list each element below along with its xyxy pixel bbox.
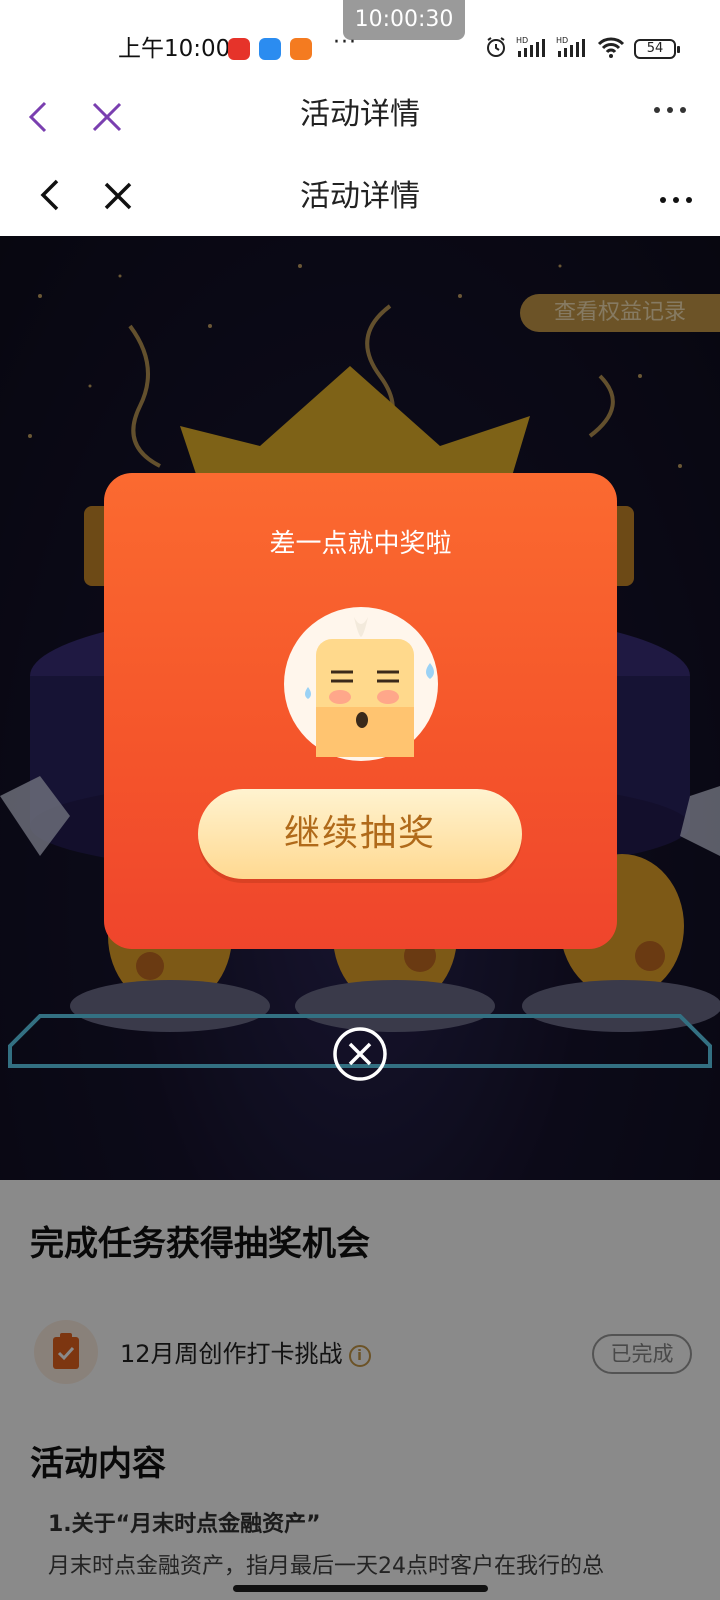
more-icon[interactable]: [654, 107, 686, 113]
inner-nav-bar: 活动详情: [0, 158, 720, 236]
page-title: 活动详情: [300, 179, 420, 214]
battery-icon: 54: [634, 39, 680, 59]
orange-app-icon: [290, 38, 312, 60]
status-time: 上午10:00: [118, 36, 231, 62]
outer-nav-bar: 活动详情: [0, 80, 720, 158]
hd-signal-icon: HD: [556, 35, 588, 63]
wifi-icon: [596, 35, 626, 63]
dialog-title: 差一点就中奖啦: [269, 529, 452, 559]
home-indicator[interactable]: [233, 1585, 488, 1592]
alarm-icon: [484, 35, 508, 63]
result-dialog: 差一点就中奖啦 继续抽奖: [104, 473, 617, 949]
status-more-dots: ···: [333, 30, 357, 55]
page: 10:00:30 上午10:00 ··· HD HD 54 活动详情 活动详情 …: [0, 0, 720, 1600]
sad-face-icon: [284, 607, 438, 761]
hd-signal-icon: HD: [516, 35, 548, 63]
blue-app-icon: [259, 38, 281, 60]
status-bar: 10:00:30 上午10:00 ··· HD HD 54: [0, 0, 720, 80]
more-icon[interactable]: [660, 197, 692, 203]
svg-text:HD: HD: [516, 36, 528, 45]
recording-time: 10:00:30: [343, 0, 465, 40]
page-title: 活动详情: [300, 97, 420, 132]
close-circle-icon[interactable]: [332, 1026, 388, 1082]
weibo-app-icon: [228, 38, 250, 60]
svg-text:HD: HD: [556, 36, 568, 45]
continue-lottery-button[interactable]: 继续抽奖: [198, 789, 522, 879]
